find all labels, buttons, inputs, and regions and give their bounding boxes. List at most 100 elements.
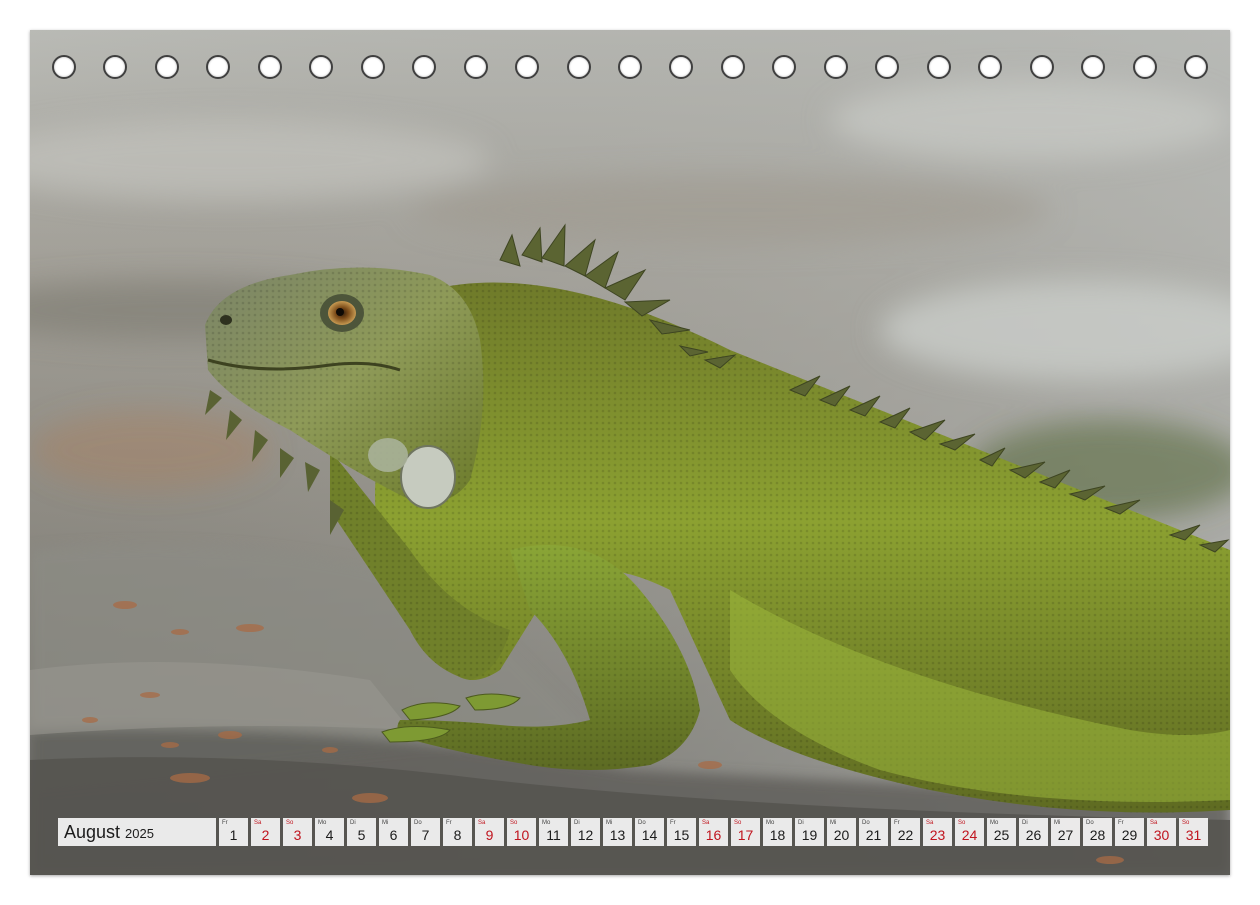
calendar-strip: August 2025 Fr 1 Sa 2 So 3 Mo 4 Di 5 Mi 6 Do 7 Fr 8 Sa 9 S…: [58, 818, 1208, 846]
weekday-label: So: [510, 820, 518, 826]
binding-hole: [309, 55, 334, 79]
day-number: 19: [801, 827, 818, 843]
weekday-label: Mi: [606, 820, 613, 826]
weekday-label: So: [1182, 820, 1190, 826]
spiral-binding-holes: [52, 54, 1208, 80]
day-number: 28: [1089, 827, 1106, 843]
day-cell: Fr 29: [1115, 818, 1144, 846]
weekday-label: Do: [862, 820, 870, 826]
day-number: 27: [1057, 827, 1074, 843]
day-cell: Mi 27: [1051, 818, 1080, 846]
day-cell: Fr 22: [891, 818, 920, 846]
day-number: 10: [513, 827, 530, 843]
day-cell: Mi 6: [379, 818, 408, 846]
day-cell: Di 26: [1019, 818, 1048, 846]
iguana-photo: [30, 30, 1230, 875]
binding-hole: [875, 55, 900, 79]
weekday-label: Sa: [478, 820, 486, 826]
day-number: 12: [577, 827, 594, 843]
weekday-label: Mo: [766, 820, 775, 826]
weekday-label: Di: [574, 820, 580, 826]
day-cell: Fr 8: [443, 818, 472, 846]
day-number: 3: [293, 827, 302, 843]
weekday-label: Sa: [1150, 820, 1158, 826]
weekday-label: Mi: [382, 820, 389, 826]
day-cell: Sa 2: [251, 818, 280, 846]
day-cell: Di 12: [571, 818, 600, 846]
binding-hole: [978, 55, 1003, 79]
weekday-label: Fr: [222, 820, 228, 826]
binding-hole: [720, 55, 745, 79]
weekday-label: So: [734, 820, 742, 826]
day-number: 22: [897, 827, 914, 843]
weekday-label: Di: [1022, 820, 1028, 826]
day-number: 17: [737, 827, 754, 843]
weekday-label: Mi: [830, 820, 837, 826]
day-cell: Di 19: [795, 818, 824, 846]
binding-hole: [823, 55, 848, 79]
weekday-label: So: [286, 820, 294, 826]
day-number: 25: [993, 827, 1010, 843]
weekday-label: Di: [798, 820, 804, 826]
day-number: 7: [421, 827, 430, 843]
day-cell: So 17: [731, 818, 760, 846]
day-number: 2: [261, 827, 270, 843]
weekday-label: Do: [414, 820, 422, 826]
day-cell: Mi 13: [603, 818, 632, 846]
day-number: 29: [1121, 827, 1138, 843]
day-cell: Mi 20: [827, 818, 856, 846]
day-number: 9: [485, 827, 494, 843]
day-number: 23: [929, 827, 946, 843]
day-cell: Fr 15: [667, 818, 696, 846]
binding-hole: [617, 55, 642, 79]
day-cell: Do 28: [1083, 818, 1112, 846]
day-cell: So 10: [507, 818, 536, 846]
weekday-label: Fr: [894, 820, 900, 826]
day-cell: Mo 11: [539, 818, 568, 846]
day-cell: Mo 25: [987, 818, 1016, 846]
weekday-label: Fr: [670, 820, 676, 826]
day-number: 18: [769, 827, 786, 843]
day-cell: Di 5: [347, 818, 376, 846]
weekday-label: Mi: [1054, 820, 1061, 826]
binding-hole: [566, 55, 591, 79]
binding-hole: [463, 55, 488, 79]
day-cell: Fr 1: [219, 818, 248, 846]
binding-hole: [1183, 55, 1208, 79]
day-cell: So 24: [955, 818, 984, 846]
weekday-label: Do: [1086, 820, 1094, 826]
calendar-page: August 2025 Fr 1 Sa 2 So 3 Mo 4 Di 5 Mi 6 Do 7 Fr 8 Sa 9 S…: [30, 30, 1230, 875]
weekday-label: So: [958, 820, 966, 826]
binding-hole: [1029, 55, 1054, 79]
day-number: 16: [705, 827, 722, 843]
day-cell: Do 21: [859, 818, 888, 846]
day-number: 14: [641, 827, 658, 843]
month-label: August 2025: [58, 818, 216, 846]
day-cell: Mo 4: [315, 818, 344, 846]
day-number: 21: [865, 827, 882, 843]
month-name: August: [64, 821, 121, 842]
day-cell: So 31: [1179, 818, 1208, 846]
day-number: 8: [453, 827, 462, 843]
weekday-label: Do: [638, 820, 646, 826]
day-number: 13: [609, 827, 626, 843]
weekday-label: Mo: [542, 820, 551, 826]
binding-hole: [1132, 55, 1157, 79]
day-number: 11: [546, 827, 561, 843]
day-number: 5: [357, 827, 366, 843]
day-cell: Sa 16: [699, 818, 728, 846]
binding-hole: [669, 55, 694, 79]
month-year: 2025: [125, 826, 154, 841]
day-number: 31: [1185, 827, 1202, 843]
binding-hole: [360, 55, 385, 79]
binding-hole: [103, 55, 128, 79]
day-cell: Sa 9: [475, 818, 504, 846]
day-cell: Mo 18: [763, 818, 792, 846]
weekday-label: Mo: [318, 820, 327, 826]
binding-hole: [52, 55, 76, 79]
day-number: 15: [673, 827, 690, 843]
day-number: 30: [1153, 827, 1170, 843]
day-cell: Do 14: [635, 818, 664, 846]
day-number: 6: [389, 827, 398, 843]
binding-hole: [257, 55, 282, 79]
